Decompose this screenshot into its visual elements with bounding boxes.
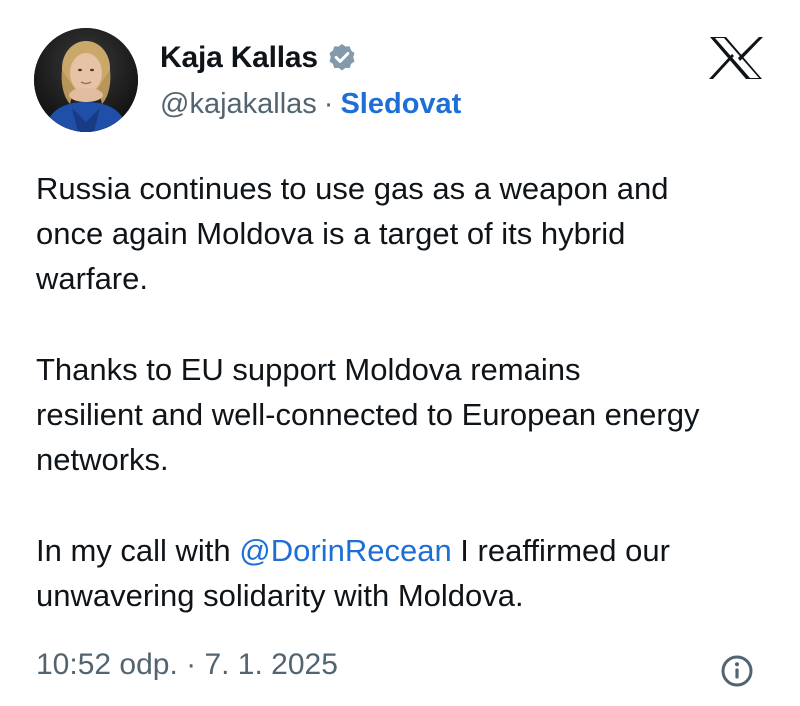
- text-line: Russia continues to use gas as a weapon …: [36, 171, 669, 206]
- verified-badge-icon: [326, 42, 358, 74]
- follow-button[interactable]: Sledovat: [340, 88, 461, 121]
- tweet-paragraph-3: In my call with @DorinRecean I reaffirme…: [36, 528, 776, 618]
- author-info: Kaja Kallas @kajakallas · Sledovat: [160, 38, 461, 122]
- handle[interactable]: @kajakallas: [160, 88, 317, 121]
- text-line: Thanks to EU support Moldova remains: [36, 352, 581, 387]
- text-suffix: I reaffirmed our: [451, 533, 670, 568]
- tweet-card: Kaja Kallas @kajakallas · Sledovat Russi…: [0, 0, 800, 706]
- x-logo-icon[interactable]: [707, 36, 765, 80]
- timestamp[interactable]: 10:52 odp. · 7. 1. 2025: [36, 648, 338, 682]
- text-line: once again Moldova is a target of its hy…: [36, 216, 626, 251]
- text-line: warfare.: [36, 261, 148, 296]
- text-line: resilient and well-connected to European…: [36, 397, 700, 432]
- tweet-paragraph-2: Thanks to EU support Moldova remains res…: [36, 347, 776, 482]
- mention-link[interactable]: @DorinRecean: [239, 533, 451, 568]
- text-line: unwavering solidarity with Moldova.: [36, 578, 524, 613]
- text-line: networks.: [36, 442, 169, 477]
- display-name[interactable]: Kaja Kallas: [160, 41, 318, 75]
- info-icon[interactable]: [720, 654, 754, 688]
- name-row: Kaja Kallas: [160, 38, 461, 78]
- handle-row: @kajakallas · Sledovat: [160, 86, 461, 122]
- tweet-text: Russia continues to use gas as a weapon …: [36, 166, 776, 618]
- avatar[interactable]: [34, 28, 138, 132]
- tweet-paragraph-1: Russia continues to use gas as a weapon …: [36, 166, 776, 301]
- tweet-header: Kaja Kallas @kajakallas · Sledovat: [34, 28, 774, 138]
- separator-dot: ·: [323, 87, 334, 120]
- text-prefix: In my call with: [36, 533, 240, 568]
